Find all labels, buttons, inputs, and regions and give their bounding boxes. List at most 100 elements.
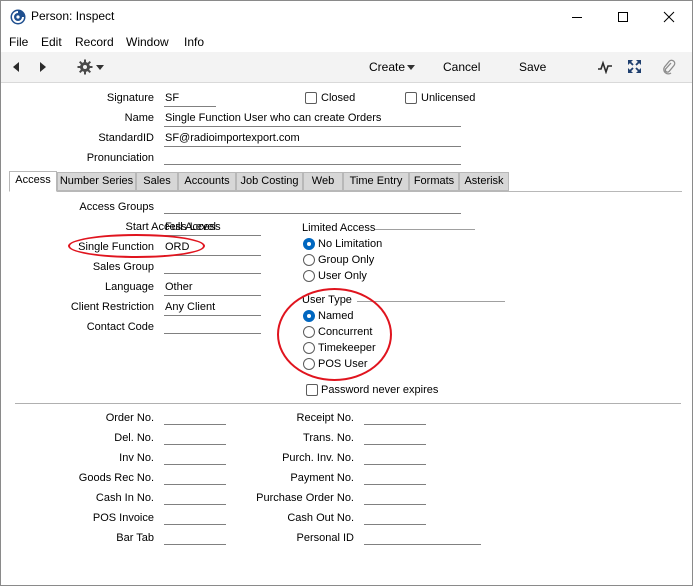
sales-group-label: Sales Group (92, 261, 154, 273)
pronunciation-label: Pronunciation (86, 152, 154, 164)
access-groups-label: Access Groups (79, 201, 154, 213)
goods-rec-no-field[interactable] (164, 469, 226, 485)
payment-no-field[interactable] (364, 469, 426, 485)
close-icon (663, 11, 675, 22)
trans-no-label: Trans. No. (303, 432, 354, 444)
closed-label: Closed (321, 92, 356, 104)
menu-record[interactable]: Record (75, 35, 114, 49)
save-button[interactable]: Save (519, 60, 546, 74)
trans-no-field[interactable] (364, 429, 426, 445)
close-button[interactable] (646, 1, 692, 32)
order-no-field[interactable] (164, 409, 226, 425)
password-never-expires-label: Password never expires (321, 384, 439, 396)
minimize-icon (572, 16, 582, 18)
signature-label: Signature (106, 92, 154, 104)
tab-job-costing[interactable]: Job Costing (236, 172, 303, 191)
paperclip-icon[interactable] (662, 59, 676, 75)
group-only-label: Group Only (318, 254, 375, 266)
forward-arrow-icon[interactable] (38, 61, 48, 73)
create-dropdown-icon[interactable] (407, 65, 415, 70)
menu-edit[interactable]: Edit (41, 35, 62, 49)
menu-file[interactable]: File (9, 35, 28, 49)
order-no-label: Order No. (105, 412, 154, 424)
maximize-button[interactable] (600, 1, 646, 32)
back-arrow-icon[interactable] (11, 61, 21, 73)
contact-code-label: Contact Code (86, 321, 154, 333)
user-type-highlight (277, 288, 392, 381)
menu-info[interactable]: Info (184, 35, 204, 49)
unlicensed-checkbox[interactable] (405, 92, 417, 104)
bar-tab-field[interactable] (164, 529, 226, 545)
del-no-field[interactable] (164, 429, 226, 445)
name-label: Name (124, 112, 154, 124)
client-restriction-field[interactable]: Any Client (164, 300, 261, 316)
tab-asterisk[interactable]: Asterisk (459, 172, 509, 191)
menu-window[interactable]: Window (126, 35, 169, 49)
tab-sales[interactable]: Sales (136, 172, 178, 191)
language-field[interactable]: Other (164, 280, 261, 296)
closed-checkbox[interactable] (305, 92, 317, 104)
signature-field[interactable]: SF (164, 91, 216, 107)
start-access-level-field[interactable]: Full Access (164, 220, 261, 236)
pulse-icon[interactable] (597, 60, 613, 74)
radio-group-only[interactable] (303, 254, 315, 266)
gear-icon[interactable] (77, 59, 93, 75)
purch-inv-no-label: Purch. Inv. No. (282, 452, 354, 464)
inv-no-field[interactable] (164, 449, 226, 465)
contact-code-field[interactable] (164, 318, 261, 334)
title-bar: Person: Inspect (1, 1, 692, 32)
radio-user-only[interactable] (303, 270, 315, 282)
language-label: Language (105, 281, 154, 293)
cash-out-no-field[interactable] (364, 509, 426, 525)
goods-rec-no-label: Goods Rec No. (78, 472, 154, 484)
user-type-divider (357, 301, 505, 302)
number-series-separator (15, 403, 681, 404)
name-field[interactable]: Single Function User who can create Orde… (164, 111, 461, 127)
personal-id-label: Personal ID (296, 532, 354, 544)
tab-web[interactable]: Web (303, 172, 343, 191)
menu-bar: File Edit Record Window Info (1, 32, 692, 52)
maximize-icon (618, 11, 628, 22)
standardid-field[interactable]: SF@radioimportexport.com (164, 131, 461, 147)
cash-in-no-field[interactable] (164, 489, 226, 505)
dropdown-icon[interactable] (96, 65, 104, 70)
toolbar: Create Cancel Save (1, 52, 692, 83)
cancel-button[interactable]: Cancel (443, 60, 480, 74)
tab-formats[interactable]: Formats (409, 172, 459, 191)
limited-access-title: Limited Access (302, 222, 376, 234)
radio-no-limitation[interactable] (303, 238, 315, 250)
receipt-no-field[interactable] (364, 409, 426, 425)
inv-no-label: Inv No. (119, 452, 154, 464)
password-never-expires-checkbox[interactable] (306, 384, 318, 396)
tab-divider (9, 191, 682, 192)
del-no-label: Del. No. (114, 432, 154, 444)
standardid-label: StandardID (98, 132, 154, 144)
single-function-highlight (68, 234, 205, 258)
window: Person: Inspect File Edit Record Window … (0, 0, 693, 586)
personal-id-field[interactable] (364, 529, 481, 545)
access-groups-field[interactable] (164, 198, 461, 214)
create-button[interactable]: Create (369, 60, 405, 74)
tab-accounts[interactable]: Accounts (178, 172, 236, 191)
purch-inv-no-field[interactable] (364, 449, 426, 465)
limited-access-divider (375, 229, 475, 230)
pos-invoice-field[interactable] (164, 509, 226, 525)
pronunciation-field[interactable] (164, 149, 461, 165)
unlicensed-label: Unlicensed (421, 92, 476, 104)
app-icon (10, 9, 26, 25)
pos-invoice-label: POS Invoice (92, 512, 154, 524)
no-limitation-label: No Limitation (318, 238, 383, 250)
window-title: Person: Inspect (31, 9, 115, 23)
payment-no-label: Payment No. (290, 472, 354, 484)
minimize-button[interactable] (554, 1, 600, 32)
user-only-label: User Only (318, 270, 367, 282)
tab-number-series[interactable]: Number Series (57, 172, 136, 191)
purchase-order-no-field[interactable] (364, 489, 426, 505)
expand-icon[interactable] (627, 59, 642, 74)
tab-access[interactable]: Access (9, 171, 57, 192)
sales-group-field[interactable] (164, 258, 261, 274)
tab-time-entry[interactable]: Time Entry (343, 172, 409, 191)
receipt-no-label: Receipt No. (296, 412, 354, 424)
client-restriction-label: Client Restriction (70, 301, 154, 313)
purchase-order-no-label: Purchase Order No. (256, 492, 354, 504)
